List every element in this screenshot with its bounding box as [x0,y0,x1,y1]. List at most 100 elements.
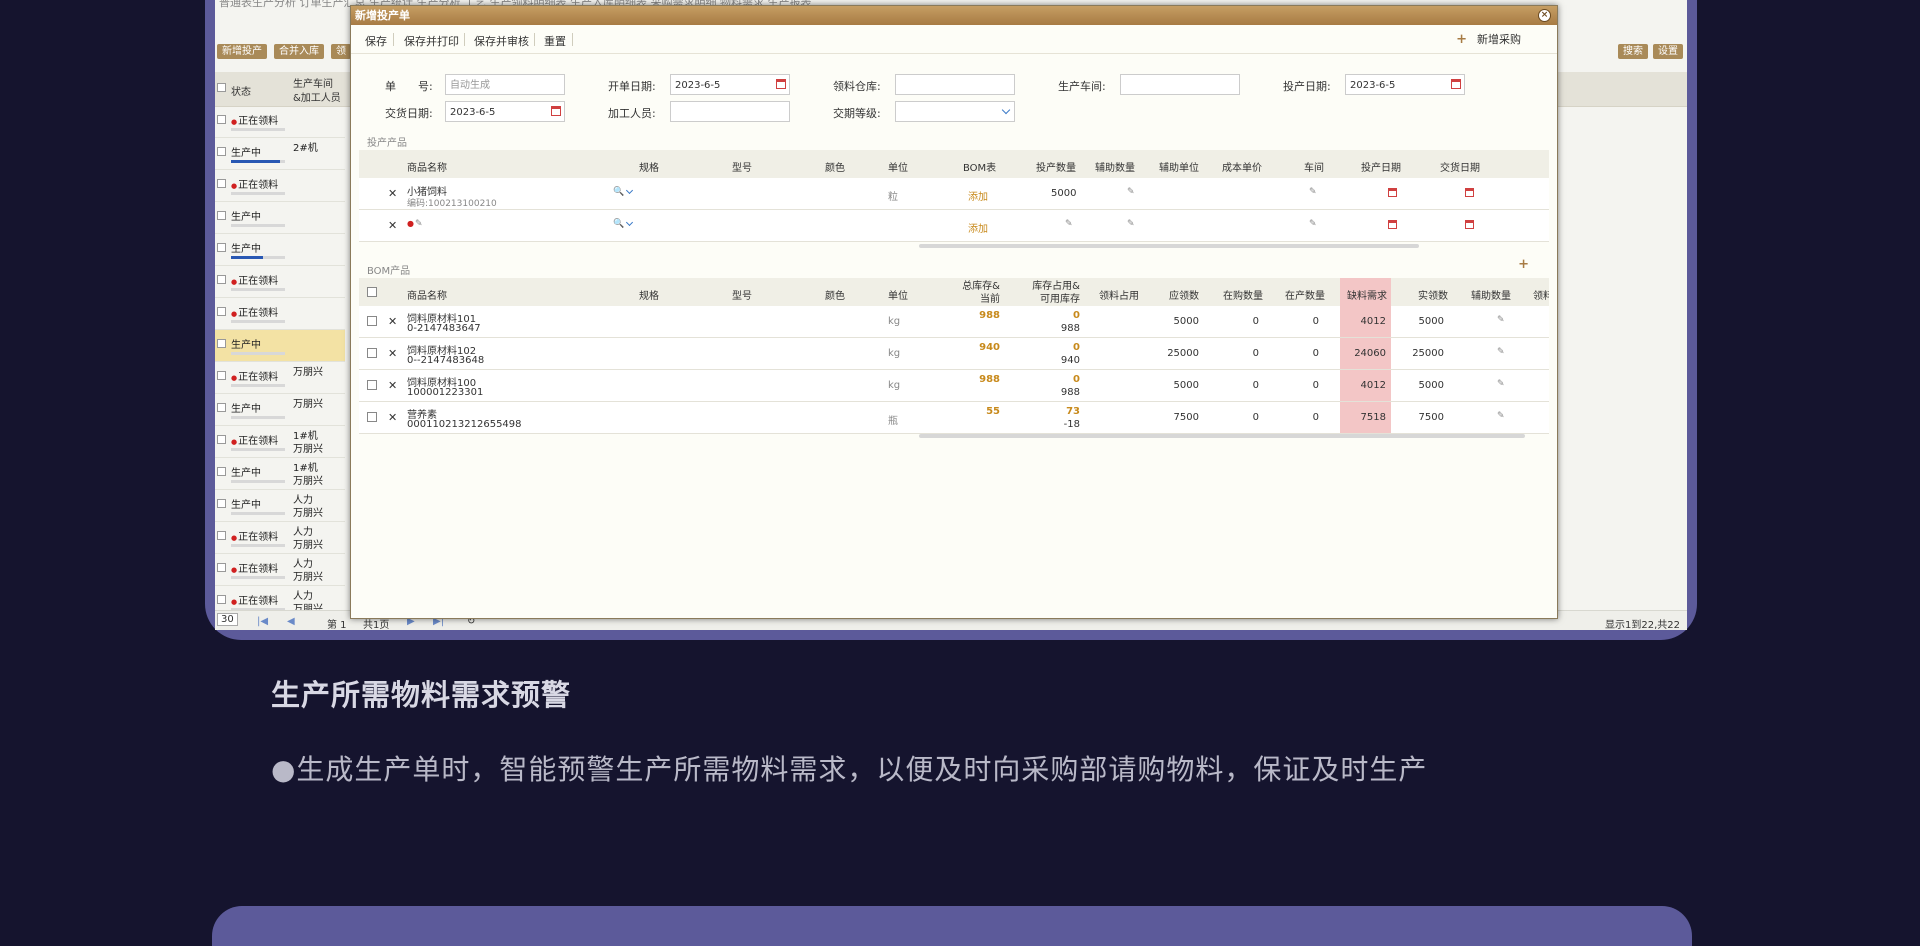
edit-icon[interactable]: ✎ [1497,411,1505,421]
row-checkbox[interactable] [217,307,226,316]
start-date-input[interactable]: 2023-6-5 [1345,74,1465,95]
page-size-select[interactable]: 30 [217,613,238,626]
edit-icon[interactable]: ✎ [1127,219,1135,229]
chevron-down-icon[interactable] [625,218,634,227]
workshop-input[interactable] [1120,74,1240,95]
row-checkbox[interactable] [217,371,226,380]
prev-page-icon[interactable]: ◀ [287,616,295,627]
calendar-icon[interactable] [1465,220,1474,229]
row-checkbox[interactable] [217,243,226,252]
col-spec: 规格 [639,163,659,174]
row-checkbox[interactable] [217,275,226,284]
row-checkbox[interactable] [217,499,226,508]
list-item[interactable]: 正在领料人力 万朋兴 [215,554,345,586]
list-item[interactable]: 生产中 2#机 [215,138,345,170]
list-item[interactable]: 正在领料 [215,170,345,202]
bom-select-all-checkbox[interactable] [367,287,377,297]
level-select[interactable] [895,101,1015,122]
close-icon[interactable]: × [1538,9,1551,22]
edit-icon[interactable]: ✎ [1497,315,1505,325]
edit-icon[interactable]: ✎ [1127,187,1135,197]
delete-icon[interactable]: ✕ [388,379,397,392]
row-checkbox[interactable] [217,467,226,476]
edit-icon[interactable]: ✎ [1309,187,1317,197]
list-item[interactable]: 生产中 人力 万朋兴 [215,490,345,522]
edit-icon[interactable]: ✎ [1497,347,1505,357]
actual-pick[interactable]: 5000 [1399,316,1444,327]
bom-add-link[interactable]: 添加 [968,188,988,203]
edit-icon[interactable]: ✎ [415,219,423,229]
row-checkbox[interactable] [217,595,226,604]
chevron-down-icon[interactable] [625,186,634,195]
edit-icon[interactable]: ✎ [1309,219,1317,229]
order-no-input[interactable]: 自动生成 [445,74,565,95]
new-purchase-button[interactable]: + 新增采购 [1456,31,1521,47]
row-checkbox[interactable] [217,403,226,412]
calendar-icon[interactable] [1388,188,1397,197]
merge-stock-button[interactable]: 合并入库 [274,44,324,59]
delivery-date-input[interactable]: 2023-6-5 [445,101,565,122]
search-icon[interactable]: 🔍 [613,187,624,197]
warehouse-input[interactable] [895,74,1015,95]
list-item[interactable]: 生产中 万朋兴 [215,394,345,426]
delete-icon[interactable]: ✕ [388,219,397,232]
settings-button[interactable]: 设置 [1653,44,1683,59]
row-checkbox[interactable] [217,211,226,220]
reset-button[interactable]: 重置 [544,33,566,49]
list-item[interactable]: 正在领料 [215,298,345,330]
actual-pick[interactable]: 25000 [1399,348,1444,359]
save-print-button[interactable]: 保存并打印 [404,33,459,49]
list-item[interactable]: 生产中 1#机 万朋兴 [215,458,345,490]
calendar-icon[interactable] [776,79,786,89]
save-approve-button[interactable]: 保存并审核 [474,33,529,49]
search-icon[interactable]: 🔍 [613,219,624,229]
delete-icon[interactable]: ✕ [388,187,397,200]
list-item[interactable]: 生产中 [215,234,345,266]
product-qty[interactable]: 5000 [1051,188,1076,199]
actual-pick[interactable]: 5000 [1399,380,1444,391]
row-checkbox[interactable] [217,531,226,540]
row-checkbox[interactable] [217,339,226,348]
bom-add-link[interactable]: 添加 [968,220,988,235]
list-item[interactable]: 生产中 [215,202,345,234]
calendar-icon[interactable] [1451,79,1461,89]
edit-icon[interactable]: ✎ [1065,219,1073,229]
open-date-input[interactable]: 2023-6-5 [670,74,790,95]
delete-icon[interactable]: ✕ [388,411,397,424]
calendar-icon[interactable] [1388,220,1397,229]
row-checkbox[interactable] [217,563,226,572]
background-rows: 正在领料生产中2#机正在领料生产中生产中正在领料正在领料生产中正在领料万朋兴生产… [215,106,345,618]
edit-icon[interactable]: ✎ [1497,379,1505,389]
select-all-checkbox[interactable] [217,83,226,92]
list-item[interactable]: 生产中 [215,330,345,362]
delete-icon[interactable]: ✕ [388,315,397,328]
save-button[interactable]: 保存 [365,33,387,49]
worker-input[interactable] [670,101,790,122]
calendar-icon[interactable] [1465,188,1474,197]
row-checkbox[interactable] [217,147,226,156]
delete-icon[interactable]: ✕ [388,347,397,360]
list-item[interactable]: 正在领料人力 万朋兴 [215,522,345,554]
row-checkbox[interactable] [367,348,377,358]
progress-bar [231,448,285,451]
row-checkbox[interactable] [217,179,226,188]
row-checkbox[interactable] [367,380,377,390]
first-page-icon[interactable]: |◀ [257,616,268,627]
row-checkbox[interactable] [217,435,226,444]
list-item[interactable]: 正在领料 [215,266,345,298]
page-number[interactable]: 第 1 [327,616,347,630]
list-item[interactable]: 正在领料 [215,106,345,138]
actual-pick[interactable]: 7500 [1399,412,1444,423]
new-production-button[interactable]: 新增投产 [217,44,267,59]
list-item[interactable]: 正在领料 1#机 万朋兴 [215,426,345,458]
bom-scrollbar[interactable] [919,434,1525,438]
row-checkbox[interactable] [367,316,377,326]
pick-button[interactable]: 领 [331,44,351,59]
list-item[interactable]: 正在领料 万朋兴 [215,362,345,394]
add-bom-icon[interactable]: + [1518,257,1529,272]
row-checkbox[interactable] [217,115,226,124]
calendar-icon[interactable] [551,106,561,116]
products-scrollbar[interactable] [919,244,1419,248]
search-button[interactable]: 搜索 [1618,44,1648,59]
row-checkbox[interactable] [367,412,377,422]
